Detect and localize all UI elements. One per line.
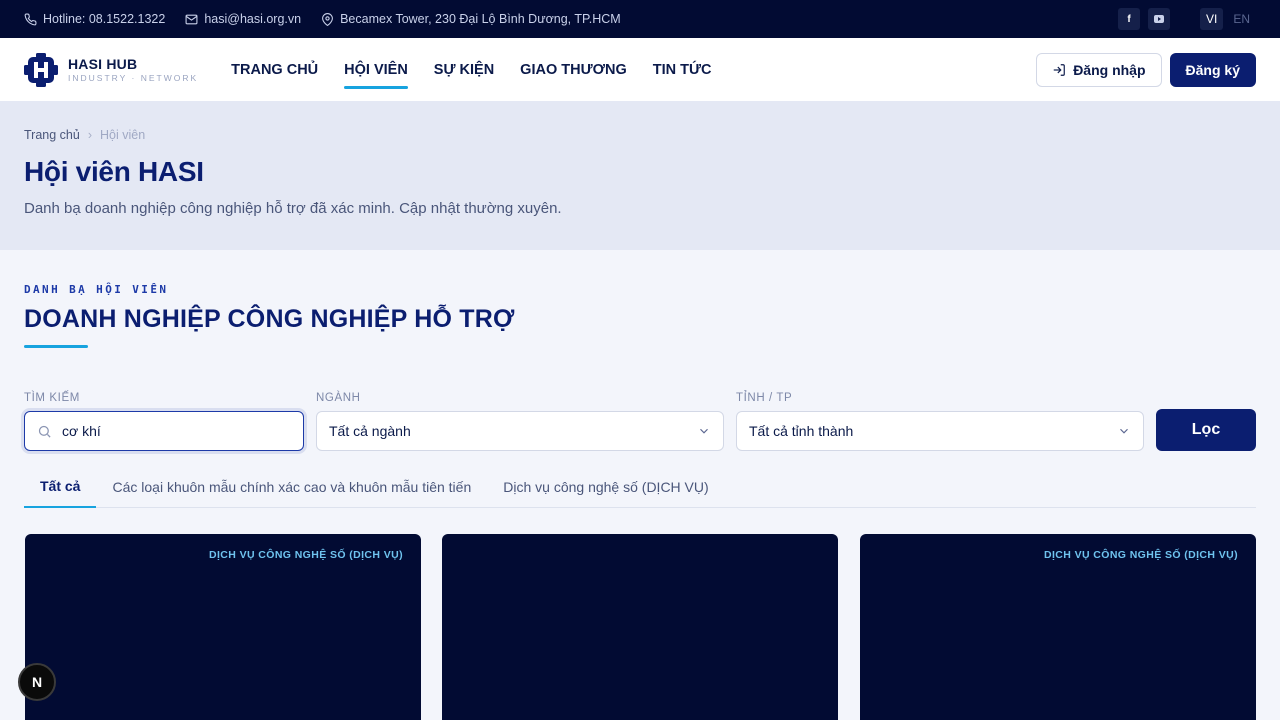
category-tabs: Tất cả Các loại khuôn mẫu chính xác cao … <box>24 466 1256 508</box>
page-hero: Trang chủ › Hội viên Hội viên HASI Danh … <box>0 101 1280 250</box>
email-link[interactable]: hasi@hasi.org.vn <box>185 12 301 26</box>
brand-name: HASI HUB <box>68 56 138 72</box>
mail-icon <box>185 14 198 24</box>
member-card[interactable]: DỊCH VỤ CÔNG NGHỆ SỐ (DỊCH VỤ) <box>25 534 421 720</box>
main-nav: TRANG CHỦ HỘI VIÊN SỰ KIỆN GIAO THƯƠNG T… <box>231 38 737 101</box>
facebook-icon[interactable]: f <box>1117 8 1140 30</box>
card-category-tag: DỊCH VỤ CÔNG NGHỆ SỐ (DỊCH VỤ) <box>208 549 403 561</box>
member-card[interactable] <box>442 534 838 720</box>
main-header: HASI HUB INDUSTRY · NETWORK TRANG CHỦ HỘ… <box>0 38 1280 101</box>
phone-icon <box>24 13 37 25</box>
login-label: Đăng nhập <box>1073 61 1146 78</box>
tab-digital-services[interactable]: Dịch vụ công nghệ số (DỊCH VỤ) <box>487 466 724 508</box>
hasi-logo-icon <box>24 52 58 87</box>
signup-button[interactable]: Đăng ký <box>1169 52 1256 87</box>
hotline-text: Hotline: 08.1522.1322 <box>43 12 166 26</box>
nav-trade[interactable]: GIAO THƯƠNG <box>520 38 627 101</box>
card-category-tag: DỊCH VỤ CÔNG NGHỆ SỐ (DỊCH VỤ) <box>1043 549 1238 561</box>
logo[interactable]: HASI HUB INDUSTRY · NETWORK <box>24 52 199 87</box>
section-title: DOANH NGHIỆP CÔNG NGHIỆP HỖ TRỢ <box>24 305 515 333</box>
chevron-down-icon <box>700 428 708 434</box>
login-icon <box>1053 63 1066 76</box>
lang-vi[interactable]: VI <box>1199 8 1224 30</box>
top-info-bar: Hotline: 08.1522.1322 hasi@hasi.org.vn B… <box>0 0 1280 38</box>
section-eyebrow: DANH BẠ HỘI VIÊN <box>24 283 169 296</box>
province-select[interactable]: Tất cả tỉnh thành <box>736 411 1144 451</box>
hotline[interactable]: Hotline: 08.1522.1322 <box>24 12 165 26</box>
address-text: Becamex Tower, 230 Đại Lộ Bình Dương, TP… <box>340 12 621 26</box>
language-switcher: VI EN <box>1196 8 1256 30</box>
page-subtitle: Danh bạ doanh nghiệp công nghiệp hỗ trợ … <box>24 200 562 217</box>
nav-members[interactable]: HỘI VIÊN <box>344 38 408 101</box>
industry-value: Tất cả ngành <box>329 423 411 439</box>
tab-all[interactable]: Tất cả <box>24 466 97 508</box>
nav-events[interactable]: SỰ KIỆN <box>434 38 494 101</box>
map-pin-icon <box>322 12 334 26</box>
search-input[interactable] <box>62 423 282 439</box>
industry-label: NGÀNH <box>316 392 361 404</box>
search-icon <box>38 425 51 438</box>
province-label: TỈNH / TP <box>736 392 793 404</box>
breadcrumb-current: Hội viên <box>100 128 146 142</box>
title-underline <box>24 345 88 348</box>
filter-button[interactable]: Lọc <box>1156 409 1256 451</box>
member-card[interactable]: DỊCH VỤ CÔNG NGHỆ SỐ (DỊCH VỤ) <box>860 534 1256 720</box>
dev-tools-badge[interactable]: N <box>18 663 56 701</box>
brand-tagline: INDUSTRY · NETWORK <box>68 73 199 83</box>
address: Becamex Tower, 230 Đại Lộ Bình Dương, TP… <box>321 12 621 26</box>
breadcrumb-home[interactable]: Trang chủ <box>24 128 80 142</box>
nav-news[interactable]: TIN TỨC <box>653 38 712 101</box>
nav-home[interactable]: TRANG CHỦ <box>231 38 318 101</box>
search-field[interactable] <box>24 411 304 451</box>
industry-select[interactable]: Tất cả ngành <box>316 411 724 451</box>
lang-en[interactable]: EN <box>1227 8 1256 30</box>
email-text: hasi@hasi.org.vn <box>204 12 302 26</box>
tab-molds[interactable]: Các loại khuôn mẫu chính xác cao và khuô… <box>96 466 487 508</box>
chevron-down-icon <box>1120 428 1128 434</box>
breadcrumb: Trang chủ › Hội viên <box>24 128 145 142</box>
login-button[interactable]: Đăng nhập <box>1036 52 1162 87</box>
page-title: Hội viên HASI <box>24 156 204 187</box>
search-label: TÌM KIẾM <box>24 392 80 404</box>
chevron-right-icon: › <box>87 128 92 142</box>
youtube-icon[interactable] <box>1147 8 1170 30</box>
province-value: Tất cả tỉnh thành <box>749 423 854 439</box>
